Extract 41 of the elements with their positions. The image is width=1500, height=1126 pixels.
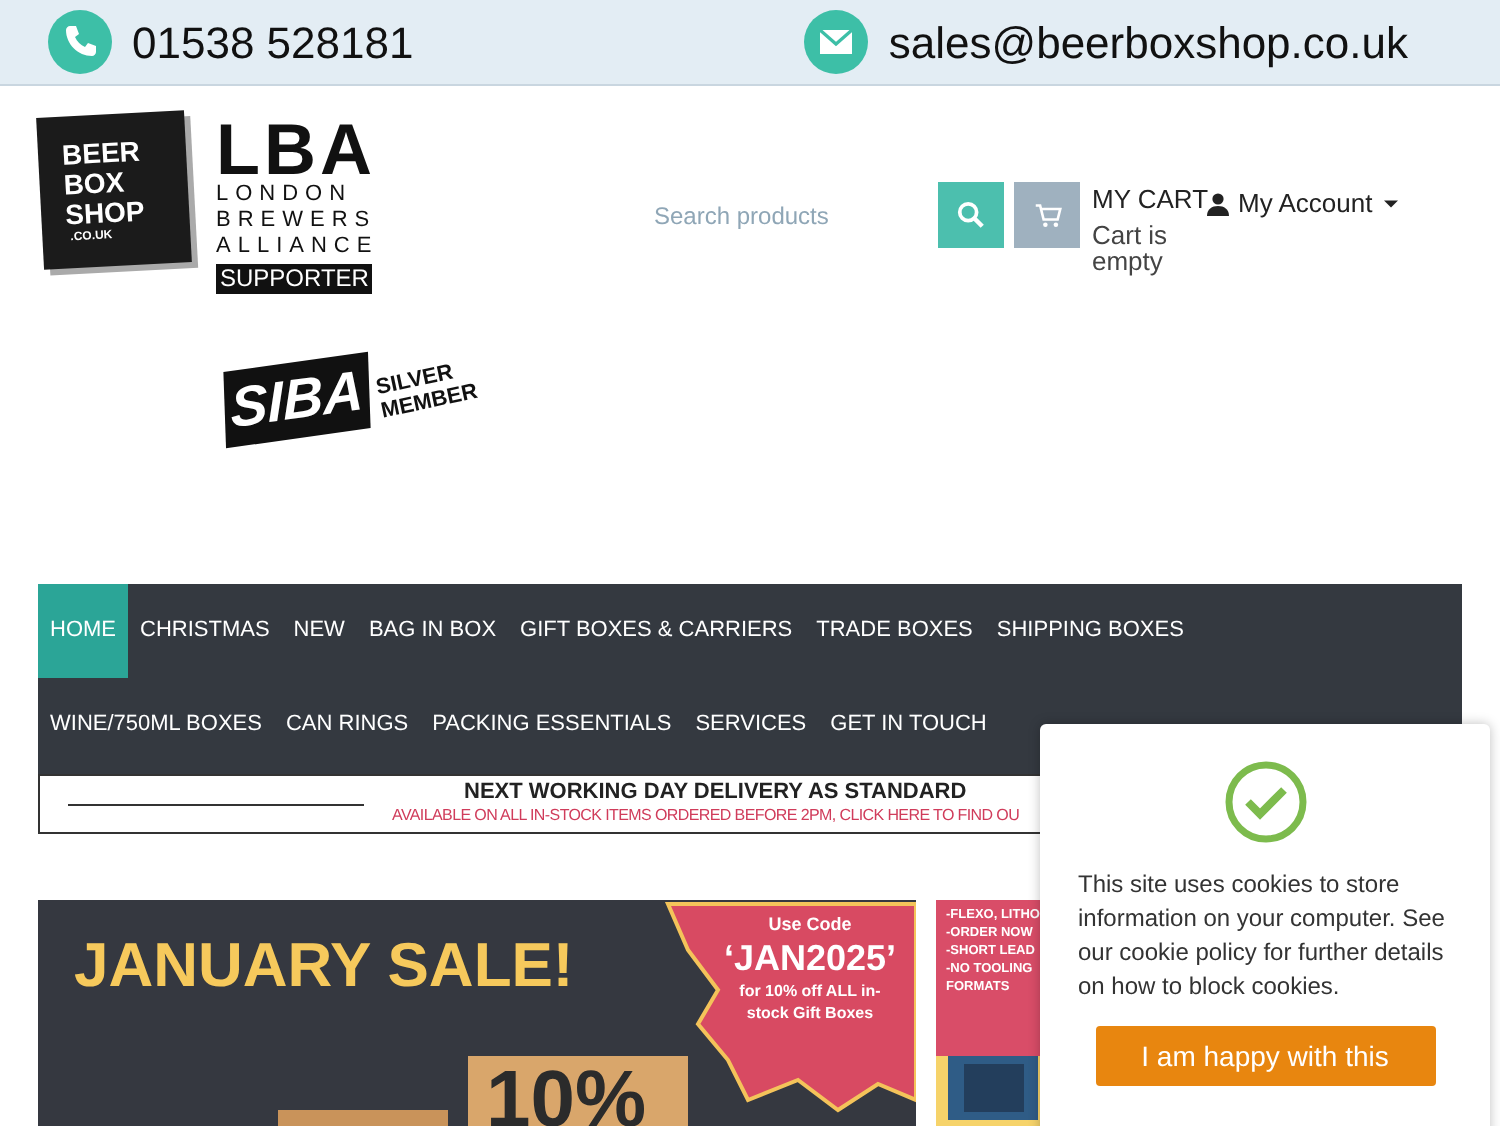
- caret-icon: [1384, 199, 1399, 208]
- logo-line: ALLIANCE: [216, 234, 379, 260]
- email-address[interactable]: sales@beerboxshop.co.uk: [888, 9, 1408, 75]
- cookie-message: This site uses cookies to store information on your computer. See our cookie policy for further details on how to block cookies.: [1076, 868, 1447, 1004]
- search-icon: [956, 200, 986, 230]
- nav-link[interactable]: TRADE BOXES: [804, 584, 985, 678]
- delivery-title: NEXT WORKING DAY DELIVERY AS STANDARD: [464, 778, 967, 806]
- nav-link[interactable]: BAG IN BOX: [356, 584, 509, 678]
- logo-line: BREWERS: [216, 208, 377, 234]
- logo-line: LONDON: [216, 182, 353, 208]
- offer-text: for 10% off ALL in-stock Gift Boxes: [737, 980, 883, 1024]
- nav-link[interactable]: GIFT BOXES & CARRIERS: [508, 584, 805, 678]
- cart-button[interactable]: [1014, 182, 1080, 248]
- nav-link[interactable]: CAN RINGS: [273, 678, 421, 772]
- lba-logo: LBA: [216, 118, 376, 182]
- sale-title: JANUARY SALE!: [74, 928, 574, 1004]
- nav-link[interactable]: GET IN TOUCH: [818, 678, 999, 772]
- nav-link[interactable]: PACKING ESSENTIALS: [420, 678, 684, 772]
- search-button[interactable]: [938, 182, 1004, 248]
- nav-link[interactable]: WINE/750ML BOXES: [38, 678, 274, 772]
- phone-number[interactable]: 01538 528181: [132, 9, 414, 75]
- check-icon: [1223, 760, 1307, 844]
- promo-code: ‘JAN2025’: [723, 936, 897, 980]
- logo-word: BOX: [62, 166, 126, 200]
- delivery-subtitle: AVAILABLE ON ALL IN-STOCK ITEMS ORDERED BEFORE 2PM, CLICK HERE TO FIND OU: [392, 806, 1020, 826]
- user-icon: [1206, 191, 1230, 216]
- siba-logo: SIBA: [223, 351, 371, 449]
- supporter-badge: SUPPORTER: [216, 264, 373, 294]
- cart-icon: [1033, 201, 1061, 229]
- envelope-icon: [804, 10, 869, 74]
- cart-status: Cart is empty: [1092, 222, 1170, 274]
- phone-icon: [48, 10, 112, 74]
- nav-link[interactable]: CHRISTMAS: [128, 584, 282, 678]
- account-menu[interactable]: My Account: [1206, 184, 1399, 223]
- code-label: Use Code: [768, 912, 852, 936]
- cart-title[interactable]: MY CART: [1092, 180, 1209, 219]
- nav-link[interactable]: NEW: [281, 584, 357, 678]
- nav-link[interactable]: SHIPPING BOXES: [984, 584, 1196, 678]
- logo-word: BEER: [61, 135, 141, 170]
- nav-link[interactable]: SERVICES: [683, 678, 819, 772]
- logo-word: SHOP: [64, 195, 146, 230]
